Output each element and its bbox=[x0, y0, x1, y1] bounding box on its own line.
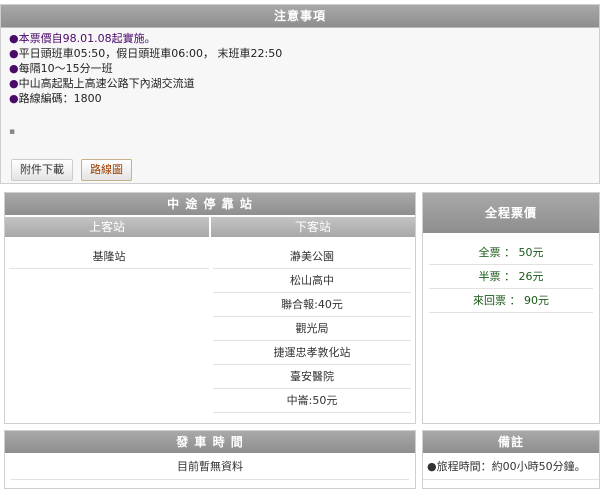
list-item: 松山高中 bbox=[213, 269, 411, 293]
stops-column-headers: 上客站 下客站 bbox=[5, 217, 415, 237]
alight-header: 下客站 bbox=[211, 217, 415, 237]
fare-round-trip: 來回票 ： 90元 bbox=[429, 289, 593, 313]
bullet-icon: ● bbox=[9, 47, 19, 60]
board-header: 上客站 bbox=[5, 217, 209, 237]
departure-panel: 發 車 時 間 目前暫無資料 bbox=[4, 430, 416, 489]
notice-tabs: 附件下載 路線圖 bbox=[11, 159, 140, 181]
alight-stops-list: 瀞美公園 松山高中 聯合報:40元 觀光局 捷運忠孝敦化站 臺安醫院 中崙:50… bbox=[213, 245, 411, 413]
bullet-icon: ● bbox=[9, 92, 19, 105]
broken-image-icon: ▪ bbox=[9, 127, 16, 137]
stops-title: 中 途 停 靠 站 bbox=[5, 193, 415, 215]
list-item: 基隆站 bbox=[9, 245, 209, 269]
list-item: 臺安醫院 bbox=[213, 365, 411, 389]
tab-route-map[interactable]: 路線圖 bbox=[81, 159, 132, 181]
list-item: 聯合報:40元 bbox=[213, 293, 411, 317]
notice-item: ●中山高起點上高速公路下內湖交流道 bbox=[9, 77, 195, 90]
fare-panel: 全程票價 全票 ： 50元 半票 ： 26元 來回票 ： 90元 bbox=[422, 192, 600, 424]
list-item: 中崙:50元 bbox=[213, 389, 411, 413]
remarks-title: 備註 bbox=[423, 431, 599, 453]
departure-title: 發 車 時 間 bbox=[5, 431, 415, 453]
notice-title: 注意事項 bbox=[1, 5, 599, 28]
list-item: 瀞美公園 bbox=[213, 245, 411, 269]
notice-item: ●本票價自98.01.08起實施。 bbox=[9, 32, 156, 45]
stops-panel: 中 途 停 靠 站 上客站 下客站 基隆站 瀞美公園 松山高中 聯合報:40元 … bbox=[4, 192, 416, 424]
list-item: 捷運忠孝敦化站 bbox=[213, 341, 411, 365]
fare-full: 全票 ： 50元 bbox=[429, 241, 593, 265]
tab-attachment-download[interactable]: 附件下載 bbox=[11, 159, 73, 181]
bullet-icon: ● bbox=[9, 77, 19, 90]
fare-title: 全程票價 bbox=[423, 193, 599, 233]
notice-list: ●本票價自98.01.08起實施。 ●平日頭班車05:50，假日頭班車06:00… bbox=[9, 31, 599, 106]
departure-text: 目前暫無資料 bbox=[11, 455, 409, 480]
remarks-text: ●旅程時間：約00小時50分鐘。 bbox=[423, 455, 599, 480]
bullet-icon: ● bbox=[9, 62, 19, 75]
notice-item: ●平日頭班車05:50，假日頭班車06:00， 末班車22:50 bbox=[9, 47, 283, 60]
list-item: 觀光局 bbox=[213, 317, 411, 341]
board-stops-list: 基隆站 bbox=[9, 245, 209, 269]
notice-item: ●路線編碼：1800 bbox=[9, 92, 102, 105]
fare-half: 半票 ： 26元 bbox=[429, 265, 593, 289]
remarks-panel: 備註 ●旅程時間：約00小時50分鐘。 bbox=[422, 430, 600, 489]
bullet-icon: ● bbox=[9, 32, 19, 45]
notice-panel: 注意事項 ●本票價自98.01.08起實施。 ●平日頭班車05:50，假日頭班車… bbox=[0, 4, 600, 184]
notice-item: ●每隔10～15分一班 bbox=[9, 62, 113, 75]
